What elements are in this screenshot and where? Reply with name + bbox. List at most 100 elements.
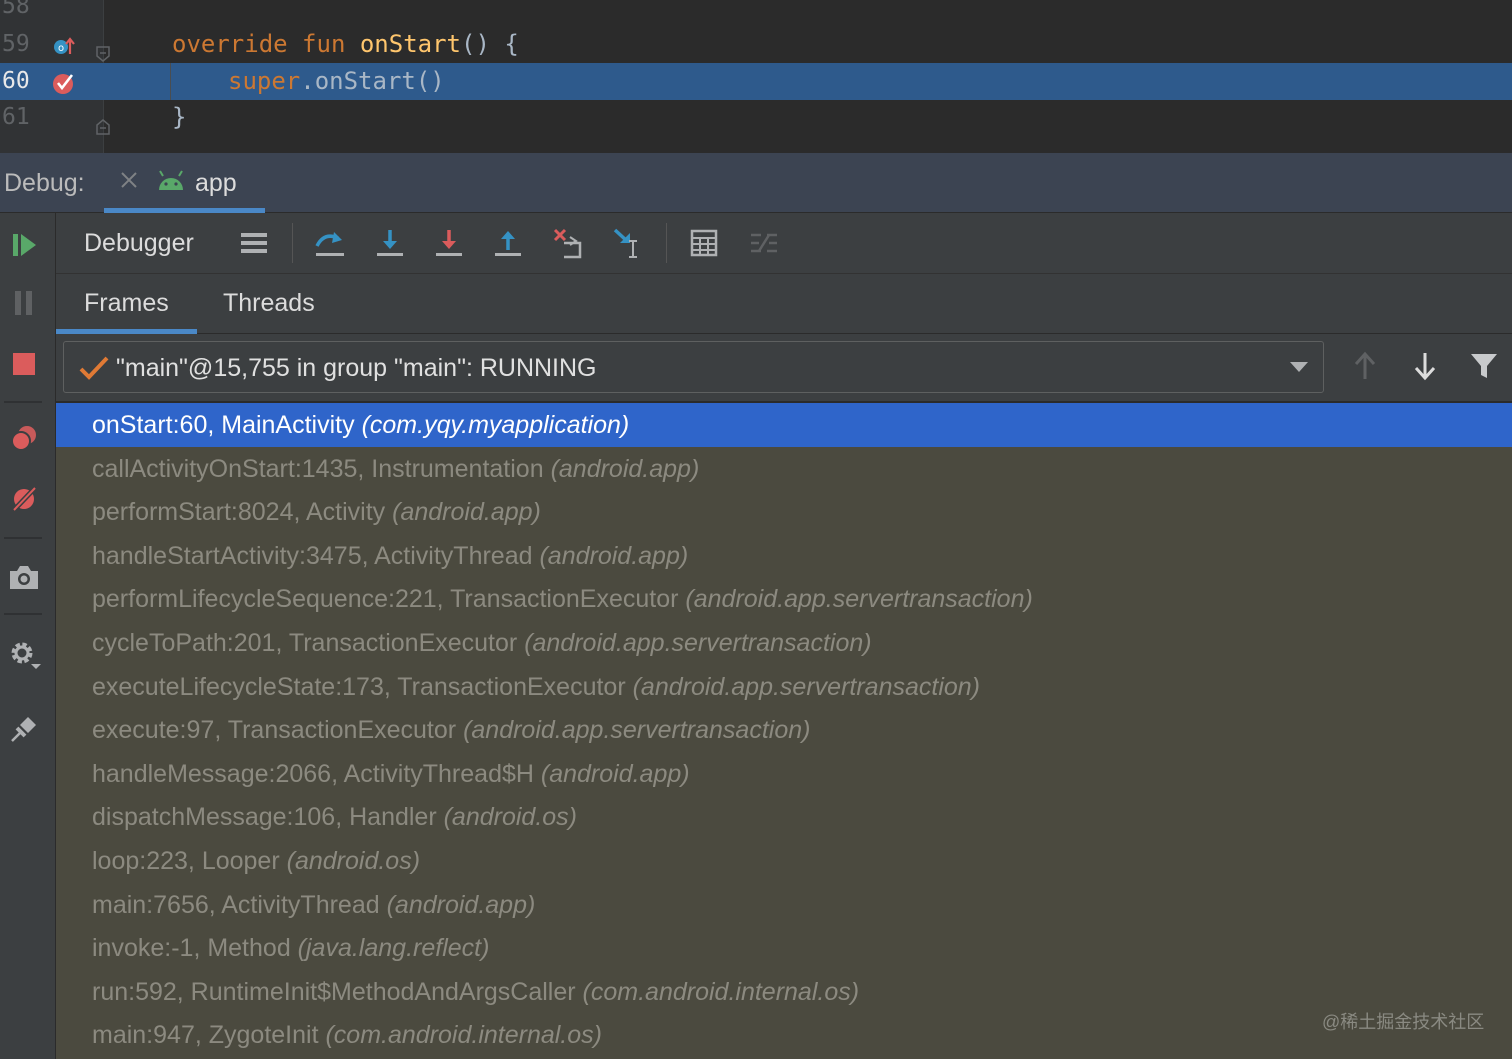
stack-frame-row[interactable]: handleStartActivity:3475, ActivityThread…: [56, 534, 1512, 578]
stack-frame-row[interactable]: loop:223, Looper (android.os): [56, 839, 1512, 883]
frame-package: (android.app): [550, 454, 700, 483]
frame-method: main:7656, ActivityThread: [92, 890, 380, 919]
stack-frame-row[interactable]: main:947, ZygoteInit (com.android.intern…: [56, 1013, 1512, 1057]
frame-method: onStart:60, MainActivity: [92, 411, 355, 439]
frame-method: cycleToPath:201, TransactionExecutor: [92, 629, 518, 657]
frame-package: (android.app.servertransaction): [632, 672, 981, 701]
tab-frames[interactable]: Frames: [56, 274, 197, 334]
next-frame-arrow-icon[interactable]: [1407, 348, 1443, 384]
svg-text:o: o: [58, 43, 64, 54]
stack-frame-row[interactable]: cycleToPath:201, TransactionExecutor (an…: [56, 621, 1512, 665]
thread-selector-row: "main"@15,755 in group "main": RUNNING: [56, 334, 1512, 402]
stop-icon[interactable]: [6, 346, 42, 382]
thread-selector-dropdown[interactable]: "main"@15,755 in group "main": RUNNING: [63, 341, 1324, 393]
separator: [4, 613, 42, 615]
line-number: 61: [2, 104, 30, 130]
chevron-down-icon[interactable]: [1289, 360, 1309, 374]
frame-method: run:592, RuntimeInit$MethodAndArgsCaller: [92, 977, 576, 1006]
filter-icon[interactable]: [1466, 348, 1502, 384]
frame-method: loop:223, Looper: [92, 847, 280, 875]
step-over-icon[interactable]: [312, 225, 348, 261]
frame-package: (android.app): [540, 759, 690, 788]
frame-package: (com.android.internal.os): [582, 977, 860, 1006]
watermark: @稀土掘金技术社区: [1322, 1012, 1485, 1032]
debugger-tab[interactable]: Debugger: [84, 229, 194, 258]
frame-package: (java.lang.reflect): [297, 934, 490, 963]
view-breakpoints-icon[interactable]: [6, 421, 42, 457]
frames-list[interactable]: onStart:60, MainActivity (com.yqy.myappl…: [56, 403, 1512, 1059]
code-line-60[interactable]: 60 super.onStart(): [0, 63, 1512, 100]
frame-package: (android.app): [539, 541, 689, 570]
stack-frame-row[interactable]: performLifecycleSequence:221, Transactio…: [56, 577, 1512, 621]
tab-threads-label: Threads: [223, 289, 315, 317]
tab-threads[interactable]: Threads: [223, 274, 343, 334]
frame-method: main:947, ZygoteInit: [92, 1021, 319, 1050]
frame-method: performLifecycleSequence:221, Transactio…: [92, 585, 679, 614]
stack-frame-row[interactable]: executeLifecycleState:173, TransactionEx…: [56, 665, 1512, 709]
stack-frame-row[interactable]: run:592, RuntimeInit$MethodAndArgsCaller…: [56, 970, 1512, 1014]
resume-program-icon[interactable]: [6, 227, 42, 263]
debug-session-tab[interactable]: app: [104, 153, 265, 213]
layout-icon[interactable]: [236, 225, 272, 261]
frame-package: (android.app): [386, 890, 536, 919]
code-text: super.onStart(): [228, 67, 445, 95]
frames-threads-tabs: Frames Threads: [56, 274, 1512, 334]
code-line-59[interactable]: 59 o override fun onStart() {: [0, 26, 1512, 63]
separator: [292, 223, 293, 263]
stack-frame-row[interactable]: handleMessage:2066, ActivityThread$H (an…: [56, 752, 1512, 796]
separator: [666, 223, 667, 263]
thread-selector-value: "main"@15,755 in group "main": RUNNING: [116, 354, 597, 382]
settings-gear-icon[interactable]: [6, 637, 42, 673]
stack-frame-row[interactable]: onStart:60, MainActivity (com.yqy.myappl…: [56, 403, 1512, 447]
stack-frame-row[interactable]: main:7656, ActivityThread (android.app): [56, 883, 1512, 927]
frame-method: executeLifecycleState:173, TransactionEx…: [92, 672, 626, 701]
frame-package: (android.app.servertransaction): [524, 629, 872, 657]
drop-frame-icon[interactable]: [550, 225, 586, 261]
frame-method: callActivityOnStart:1435, Instrumentatio…: [92, 454, 544, 483]
stack-frame-row[interactable]: execute:97, TransactionExecutor (android…: [56, 708, 1512, 752]
step-into-icon[interactable]: [372, 225, 408, 261]
frame-method: invoke:-1, Method: [92, 934, 291, 963]
pin-icon[interactable]: [6, 711, 42, 747]
evaluate-expression-icon[interactable]: [686, 225, 722, 261]
code-line-58[interactable]: 58: [0, 0, 1512, 25]
frame-package: (com.android.internal.os): [325, 1021, 602, 1050]
fold-icon[interactable]: [96, 36, 110, 62]
debug-side-toolbar: [0, 213, 56, 1059]
frame-package: (android.app): [392, 498, 541, 527]
stack-frame-row[interactable]: performStart:8024, Activity (android.app…: [56, 490, 1512, 534]
checkmark-icon: [78, 354, 110, 382]
close-icon[interactable]: [118, 169, 140, 191]
code-line-61[interactable]: 61 }: [0, 99, 1512, 136]
trace-stream-icon[interactable]: [746, 225, 782, 261]
mute-breakpoints-icon[interactable]: [6, 481, 42, 517]
step-out-icon[interactable]: [490, 225, 526, 261]
stack-frame-row[interactable]: dispatchMessage:106, Handler (android.os…: [56, 795, 1512, 839]
separator: [4, 537, 42, 539]
stack-frame-row[interactable]: invoke:-1, Method (java.lang.reflect): [56, 926, 1512, 970]
tab-label: app: [195, 169, 237, 197]
camera-icon[interactable]: [6, 559, 42, 595]
override-icon[interactable]: o: [52, 32, 76, 56]
force-step-into-icon[interactable]: [431, 225, 467, 261]
line-number: 58: [2, 0, 30, 19]
frame-method: execute:97, TransactionExecutor: [92, 716, 457, 745]
fold-icon[interactable]: [96, 109, 110, 135]
breakpoint-icon[interactable]: [52, 69, 76, 94]
line-number: 59: [2, 31, 30, 57]
android-icon: [156, 170, 186, 192]
run-to-cursor-icon[interactable]: [610, 225, 646, 261]
stack-frame-row[interactable]: callActivityOnStart:1435, Instrumentatio…: [56, 447, 1512, 491]
code-text: override fun onStart() {: [172, 30, 519, 58]
tab-frames-label: Frames: [84, 289, 169, 317]
indent-guide: [170, 63, 171, 100]
frame-method: handleMessage:2066, ActivityThread$H: [92, 759, 534, 788]
previous-frame-arrow-icon[interactable]: [1347, 348, 1383, 384]
separator: [4, 401, 42, 403]
frame-method: handleStartActivity:3475, ActivityThread: [92, 541, 533, 570]
pause-program-icon[interactable]: [6, 285, 42, 321]
frame-package: (com.yqy.myapplication): [361, 411, 630, 439]
frame-package: (android.app.servertransaction): [463, 716, 811, 745]
code-editor[interactable]: 58 59 o override fun onStart() { 60 supe…: [0, 0, 1512, 153]
debugger-toolbar: Debugger: [56, 213, 1512, 274]
